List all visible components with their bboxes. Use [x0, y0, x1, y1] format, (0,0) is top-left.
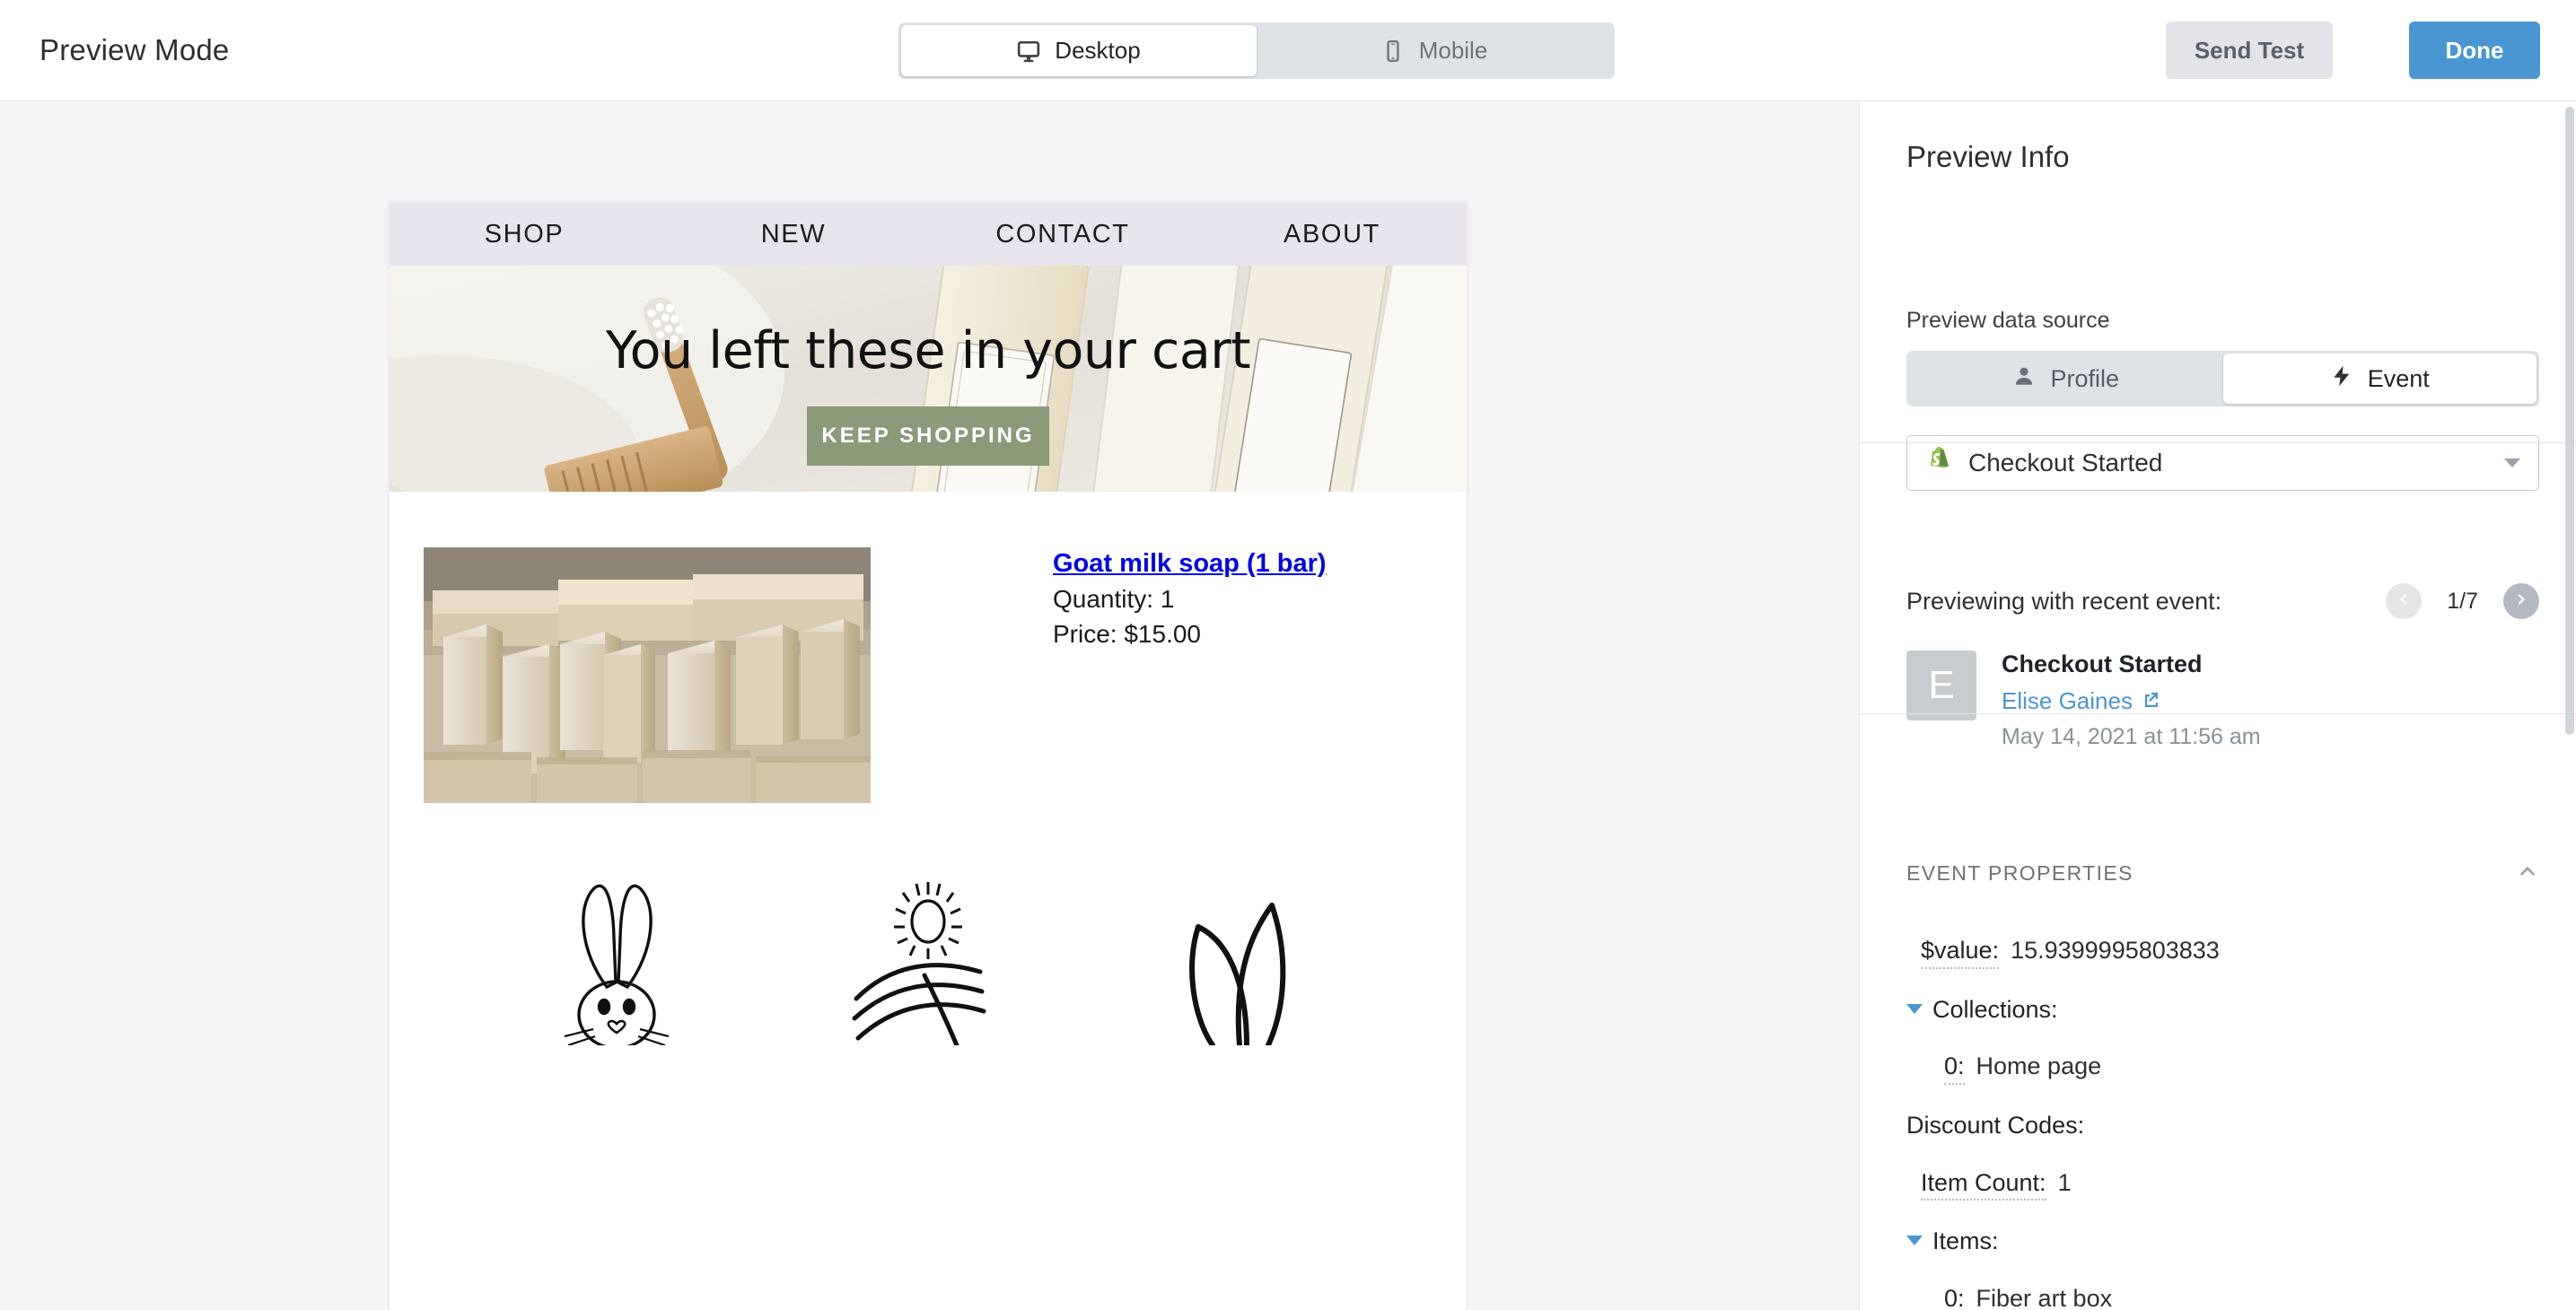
- external-link-icon: [2142, 687, 2160, 715]
- chevron-down-icon: [2504, 458, 2520, 467]
- mobile-icon: [1381, 39, 1405, 63]
- device-toggle-mobile-label: Mobile: [1418, 37, 1488, 64]
- previewing-row: Previewing with recent event: 1/7: [1906, 583, 2539, 619]
- email-nav-item-shop[interactable]: SHOP: [390, 220, 659, 249]
- event-property-row: Items:: [1906, 1228, 2553, 1258]
- lightning-icon: [2330, 364, 2353, 394]
- product-row: Goat milk soap (1 bar) Quantity: 1 Price…: [390, 492, 1467, 803]
- keep-shopping-button[interactable]: KEEP SHOPPING: [807, 406, 1049, 466]
- product-price: Price: $15.00: [1053, 620, 1201, 648]
- event-card-timestamp: May 14, 2021 at 11:56 am: [2002, 724, 2261, 749]
- event-property-value: 1: [2057, 1168, 2072, 1196]
- leaves-icon: [1146, 866, 1326, 1048]
- previewing-label: Previewing with recent event:: [1906, 587, 2222, 615]
- event-property-key: 0:: [1944, 1285, 1965, 1310]
- event-property-row: 0: Fiber art box: [1906, 1285, 2553, 1310]
- desktop-icon: [1017, 39, 1040, 63]
- product-name-link[interactable]: Goat milk soap (1 bar): [1053, 549, 1327, 579]
- product-quantity: Quantity: 1: [1053, 585, 1175, 613]
- event-card-person-link[interactable]: Elise Gaines: [2002, 687, 2261, 715]
- event-property-key: Collections:: [1932, 995, 2058, 1023]
- product-info: Goat milk soap (1 bar) Quantity: 1 Price…: [871, 547, 1327, 803]
- email-card: SHOP NEW CONTACT ABOUT You left these in…: [390, 203, 1467, 1310]
- illustration-row: [390, 803, 1467, 1050]
- bunny-icon: [530, 866, 710, 1050]
- chevron-up-icon[interactable]: [2516, 860, 2539, 887]
- device-toggle-group: Desktop Mobile: [898, 22, 1615, 79]
- panel-title: Preview Info: [1906, 140, 2070, 173]
- email-preview-canvas: SHOP NEW CONTACT ABOUT You left these in…: [0, 101, 1859, 1310]
- data-source-profile-label: Profile: [2050, 364, 2120, 392]
- send-test-button[interactable]: Send Test: [2166, 22, 2333, 79]
- event-property-row: Discount Codes:: [1906, 1112, 2553, 1142]
- person-icon: [2012, 364, 2036, 394]
- avatar: E: [1906, 651, 1976, 720]
- page-title: Preview Mode: [39, 33, 230, 66]
- email-nav-item-contact[interactable]: CONTACT: [928, 220, 1197, 249]
- event-property-row: Collections:: [1906, 995, 2553, 1026]
- panel-scrollbar-thumb[interactable]: [2565, 107, 2574, 735]
- data-source-event[interactable]: Event: [2222, 354, 2537, 404]
- data-source-profile[interactable]: Profile: [1909, 354, 2223, 404]
- data-source-label: Preview data source: [1906, 308, 2110, 333]
- email-nav-bar: SHOP NEW CONTACT ABOUT: [390, 203, 1467, 266]
- data-source-toggle-group: Profile Event: [1906, 351, 2539, 406]
- device-toggle-desktop[interactable]: Desktop: [901, 25, 1257, 76]
- event-property-row: 0: Home page: [1906, 1052, 2553, 1086]
- event-pager: 1/7: [2386, 583, 2539, 619]
- sun-field-icon: [838, 866, 1018, 1048]
- email-nav-item-new[interactable]: NEW: [659, 220, 928, 249]
- panel-scrollbar[interactable]: [2565, 101, 2574, 1310]
- device-toggle-mobile[interactable]: Mobile: [1257, 25, 1612, 76]
- email-nav-item-about[interactable]: ABOUT: [1197, 220, 1467, 249]
- event-select-value: Checkout Started: [1968, 449, 2163, 476]
- top-bar: Preview Mode Desktop Mobile Send Test Do…: [0, 0, 2576, 101]
- email-hero-section: You left these in your cart KEEP SHOPPIN…: [390, 266, 1467, 492]
- event-properties-list: $value: 15.9399995803833 Collections: 0: Hom…: [1906, 937, 2553, 1310]
- shopify-icon: [1925, 446, 1952, 481]
- device-toggle-desktop-label: Desktop: [1055, 37, 1141, 64]
- preview-info-panel: Preview Info Preview data source Profile…: [1859, 101, 2576, 1310]
- caret-down-icon[interactable]: [1906, 1236, 1923, 1246]
- event-property-value: Fiber art box: [1976, 1285, 2113, 1310]
- done-button[interactable]: Done: [2409, 22, 2540, 79]
- panel-divider-bottom: [1860, 713, 2576, 714]
- event-property-key: Items:: [1932, 1227, 1999, 1255]
- panel-divider-top: [1860, 442, 2576, 443]
- chevron-left-icon: [2396, 592, 2411, 611]
- pager-next-button[interactable]: [2503, 583, 2539, 619]
- event-properties-label: EVENT PROPERTIES: [1906, 861, 2134, 885]
- event-property-key: 0:: [1944, 1053, 1965, 1086]
- event-property-row: $value: 15.9399995803833: [1906, 937, 2553, 969]
- caret-down-icon[interactable]: [1906, 1003, 1923, 1014]
- pager-prev-button[interactable]: [2386, 583, 2423, 619]
- hero-headline: You left these in your cart: [605, 321, 1251, 380]
- pager-count: 1/7: [2447, 588, 2478, 614]
- event-property-value: 15.9399995803833: [2011, 937, 2220, 964]
- event-property-key: $value:: [1921, 937, 2000, 969]
- chevron-right-icon: [2514, 592, 2528, 611]
- event-property-key: Discount Codes:: [1906, 1112, 2085, 1140]
- event-card: E Checkout Started Elise Gaines May 14, …: [1906, 651, 2261, 750]
- product-image: [424, 547, 871, 803]
- event-select-dropdown[interactable]: Checkout Started: [1906, 435, 2539, 491]
- event-properties-header[interactable]: EVENT PROPERTIES: [1906, 860, 2539, 887]
- event-card-person-label: Elise Gaines: [2002, 687, 2133, 714]
- event-property-row: Item Count: 1: [1906, 1168, 2553, 1201]
- event-property-key: Item Count:: [1921, 1169, 2046, 1201]
- event-property-value: Home page: [1976, 1052, 2102, 1080]
- event-card-name: Checkout Started: [2002, 651, 2203, 677]
- data-source-event-label: Event: [2367, 364, 2430, 392]
